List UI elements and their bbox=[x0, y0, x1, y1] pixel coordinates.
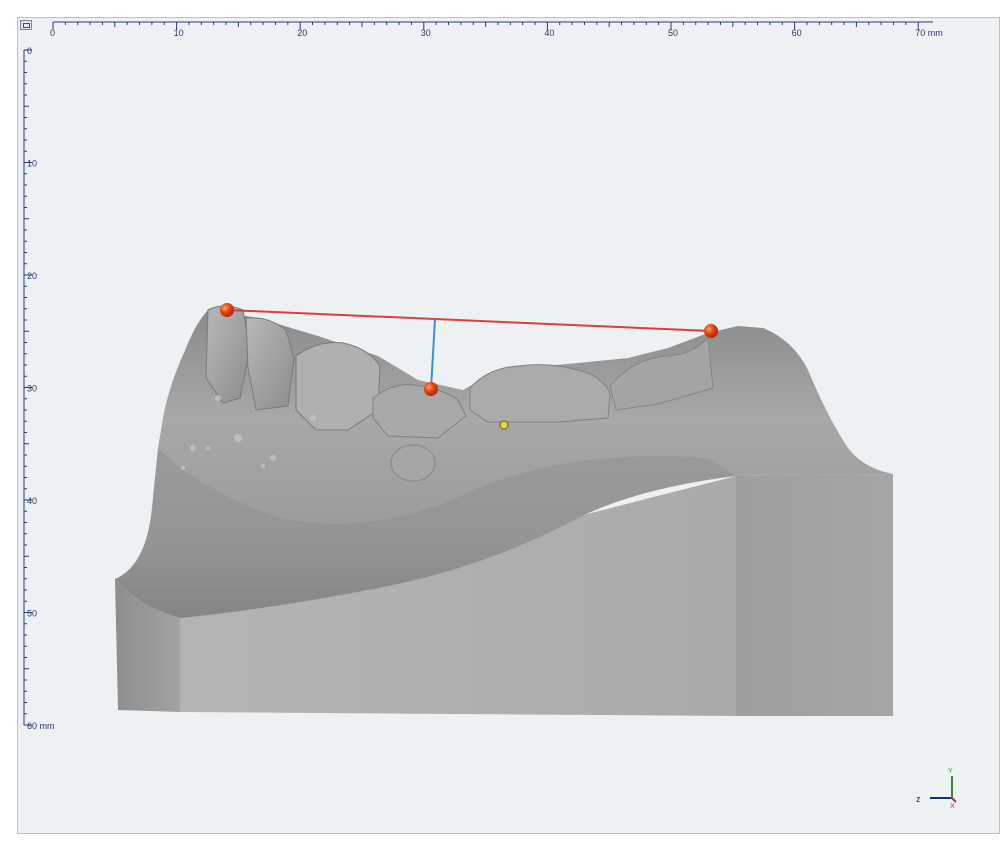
left-ruler-label: 20 bbox=[27, 271, 37, 281]
measurement-point-center[interactable] bbox=[424, 382, 438, 396]
tooth-molar-1 bbox=[469, 364, 611, 423]
axis-label-y: Y bbox=[948, 768, 953, 775]
left-ruler-label: 10 bbox=[27, 159, 37, 169]
top-ruler-label: 50 bbox=[668, 28, 678, 38]
axis-triad: z Y X bbox=[916, 768, 957, 810]
top-ruler-label: 30 bbox=[421, 28, 431, 38]
perpendicular-line bbox=[430, 318, 436, 390]
top-ruler-label: 70 mm bbox=[915, 28, 943, 38]
3d-viewport[interactable]: 0 10 20 30 40 50 60 70 mm 0 10 20 30 40 50 60 mm bbox=[17, 17, 1000, 834]
dental-model[interactable] bbox=[115, 305, 893, 716]
tooth-canine bbox=[295, 342, 381, 431]
top-ruler-label: 20 bbox=[297, 28, 307, 38]
top-ruler-label: 10 bbox=[174, 28, 184, 38]
tooth-root-bump bbox=[390, 444, 436, 482]
measurement-point-right[interactable] bbox=[704, 324, 718, 338]
left-ruler: 0 10 20 30 40 50 60 mm bbox=[23, 46, 55, 731]
left-ruler-label: 30 bbox=[27, 384, 37, 394]
measurement-point-left[interactable] bbox=[220, 303, 234, 317]
top-ruler-label: 40 bbox=[544, 28, 554, 38]
reference-line bbox=[226, 309, 712, 332]
landmark-marker[interactable] bbox=[499, 420, 509, 430]
top-ruler-label: 0 bbox=[50, 28, 55, 38]
axis-label-z: z bbox=[916, 794, 921, 804]
scene-canvas[interactable]: 0 10 20 30 40 50 60 70 mm 0 10 20 30 40 50 60 mm bbox=[18, 18, 1000, 834]
base-block-right bbox=[736, 474, 893, 716]
left-ruler-label: 0 bbox=[27, 46, 32, 56]
left-ruler-label: 40 bbox=[27, 496, 37, 506]
top-ruler-label: 60 bbox=[792, 28, 802, 38]
tooth-incisor-2 bbox=[245, 317, 295, 411]
left-ruler-label: 60 mm bbox=[27, 721, 55, 731]
left-ruler-label: 50 bbox=[27, 609, 37, 619]
top-ruler: 0 10 20 30 40 50 60 70 mm bbox=[50, 21, 943, 38]
axis-label-x: X bbox=[950, 803, 955, 810]
